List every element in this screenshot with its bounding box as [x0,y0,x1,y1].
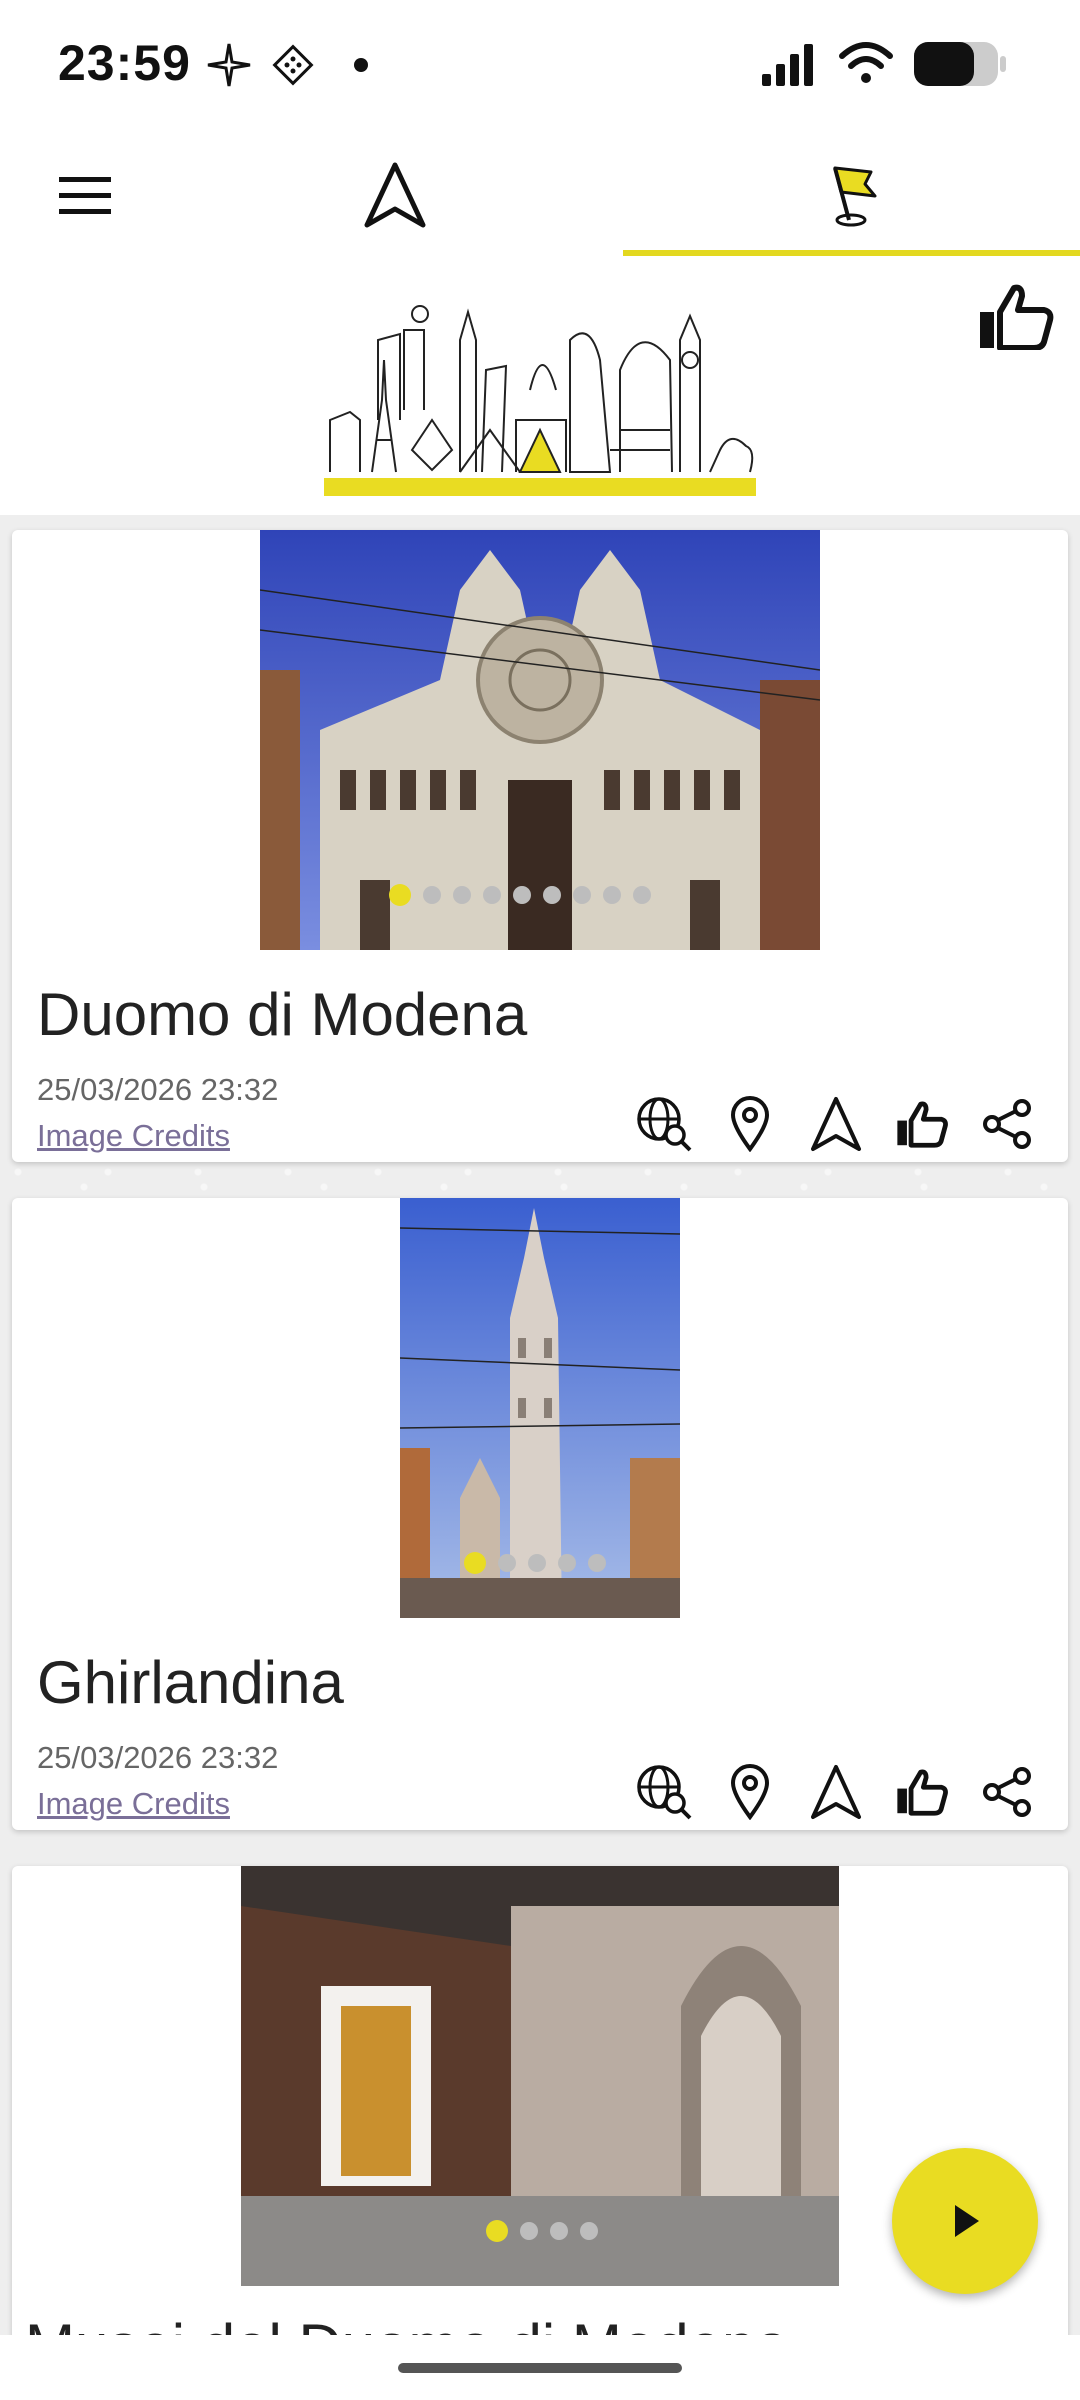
poi-feed: Duomo di Modena 25/03/2026 23:32 Image C… [0,515,1080,2335]
like-poi-button[interactable] [892,1762,952,1822]
tab-tours[interactable] [800,130,910,260]
poi-title: Musei del Duomo di Modena [25,2311,789,2335]
menu-button[interactable] [30,130,140,260]
show-on-map-button[interactable] [720,1094,780,1154]
flag-pin-icon [833,166,877,227]
poi-date: 25/03/2026 23:32 [37,1072,279,1107]
navigate-button[interactable] [806,1094,866,1154]
navigation-arrow-icon [811,1097,861,1151]
wifi-icon [839,42,893,83]
poi-title: Duomo di Modena [37,981,528,1048]
thumbs-up-icon [897,1769,948,1816]
image-carousel-dots[interactable] [486,2220,598,2242]
globe-search-icon [637,1097,692,1152]
navigation-arrow-icon [364,162,426,228]
web-search-button[interactable] [634,1762,694,1822]
poi-actions [634,1762,1038,1822]
share-icon [983,1767,1031,1817]
navigation-arrow-icon [811,1765,861,1819]
show-on-map-button[interactable] [720,1762,780,1822]
poi-title: Ghirlandina [37,1649,344,1716]
header-banner [0,260,1080,515]
map-pin-icon [730,1764,770,1820]
share-button[interactable] [978,1094,1038,1154]
notification-dot-icon [354,58,368,72]
thumbs-up-icon [897,1101,948,1148]
city-skyline-logo [324,305,756,496]
poi-card[interactable]: Duomo di Modena 25/03/2026 23:32 Image C… [12,530,1068,1162]
compass-icon [207,43,251,87]
image-carousel-dots[interactable] [464,1552,606,1574]
globe-search-icon [637,1765,692,1820]
web-search-button[interactable] [634,1094,694,1154]
status-time: 23:59 [58,35,191,91]
map-pin-icon [730,1096,770,1152]
image-credits-link[interactable]: Image Credits [37,1118,230,1154]
battery-icon [914,42,1006,86]
thumbs-up-icon [980,284,1054,351]
navigate-button[interactable] [806,1762,866,1822]
home-indicator[interactable] [398,2363,682,2373]
poi-card[interactable]: Ghirlandina 25/03/2026 23:32 Image Credi… [12,1198,1068,1830]
active-tab-indicator [623,250,1080,256]
play-button[interactable] [892,2148,1038,2294]
like-poi-button[interactable] [892,1094,952,1154]
image-carousel-dots[interactable] [389,884,651,906]
poi-date: 25/03/2026 23:32 [37,1740,279,1775]
top-navigation [0,130,1080,260]
status-bar: 23:59 [0,0,1080,130]
tab-navigation[interactable] [340,130,450,260]
image-credits-link[interactable]: Image Credits [37,1786,230,1822]
signal-icon [762,44,813,86]
share-icon [983,1099,1031,1149]
share-button[interactable] [978,1762,1038,1822]
like-button[interactable] [978,284,1054,355]
poi-actions [634,1094,1038,1154]
menu-icon [59,177,111,214]
play-icon [955,2205,979,2237]
app-notification-icon [272,44,314,86]
